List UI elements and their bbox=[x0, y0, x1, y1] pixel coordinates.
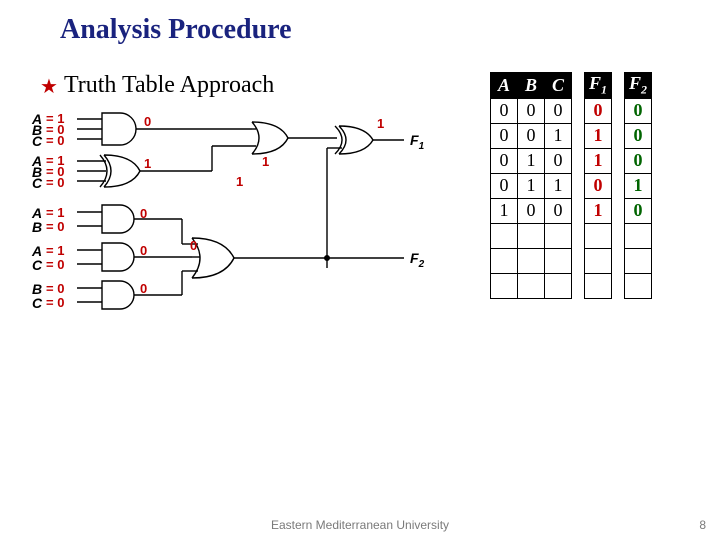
truth-table: A B C F1 F2 0000000110010100110110010 bbox=[490, 72, 652, 299]
out-g1: 0 bbox=[144, 114, 151, 129]
val-g3-b: = 0 bbox=[46, 219, 64, 234]
val-g5-c: = 0 bbox=[46, 295, 64, 310]
table-row: 01010 bbox=[491, 148, 652, 173]
val-g5-b: = 0 bbox=[46, 281, 64, 296]
lbl-g4-c: C bbox=[32, 257, 42, 273]
out-g5: 0 bbox=[140, 281, 147, 296]
val-g1-c: = 0 bbox=[46, 133, 64, 148]
bullet-text: Truth Table Approach bbox=[64, 72, 274, 98]
th-b: B bbox=[518, 73, 545, 99]
th-f1: F1 bbox=[585, 73, 612, 99]
bullet-heading: ★ Truth Table Approach bbox=[40, 72, 274, 99]
out-g3: 0 bbox=[140, 206, 147, 221]
table-row bbox=[491, 223, 652, 248]
val-g3-a: = 1 bbox=[46, 205, 64, 220]
th-f2: F2 bbox=[625, 73, 652, 99]
val-g4-c: = 0 bbox=[46, 257, 64, 272]
table-row bbox=[491, 273, 652, 298]
th-spacer bbox=[612, 73, 625, 99]
table-row: 00110 bbox=[491, 123, 652, 148]
out-f1-label: F1 bbox=[410, 132, 424, 152]
out-g4: 0 bbox=[140, 243, 147, 258]
lbl-g1-c: C bbox=[32, 133, 42, 149]
val-g2-c: = 0 bbox=[46, 175, 64, 190]
footer-text: Eastern Mediterranean University bbox=[0, 518, 720, 532]
out-or2-in: 0 bbox=[190, 238, 197, 253]
table-row: 01101 bbox=[491, 173, 652, 198]
circuit-diagram: A = 1 B = 0 C = 0 0 A = 1 B = 0 C = 0 1 … bbox=[32, 108, 462, 368]
th-a: A bbox=[491, 73, 518, 99]
out-f2-label: F2 bbox=[410, 250, 424, 270]
th-spacer bbox=[572, 73, 585, 99]
circuit-svg bbox=[32, 108, 462, 368]
lbl-g5-c: C bbox=[32, 295, 42, 311]
page-number: 8 bbox=[699, 518, 706, 532]
lbl-g2-c: C bbox=[32, 175, 42, 191]
out-or1-mid: 1 bbox=[262, 154, 269, 169]
out-g2: 1 bbox=[144, 156, 151, 171]
table-row bbox=[491, 248, 652, 273]
table-row: 10010 bbox=[491, 198, 652, 223]
page-title: Analysis Procedure bbox=[60, 14, 292, 46]
truth-header-row: A B C F1 F2 bbox=[491, 73, 652, 99]
out-or1-lower: 1 bbox=[236, 174, 243, 189]
star-icon: ★ bbox=[40, 76, 58, 98]
val-g4-a: = 1 bbox=[46, 243, 64, 258]
lbl-g3-b: B bbox=[32, 219, 42, 235]
th-c: C bbox=[545, 73, 572, 99]
table-row: 00000 bbox=[491, 98, 652, 123]
out-xor: 1 bbox=[377, 116, 384, 131]
